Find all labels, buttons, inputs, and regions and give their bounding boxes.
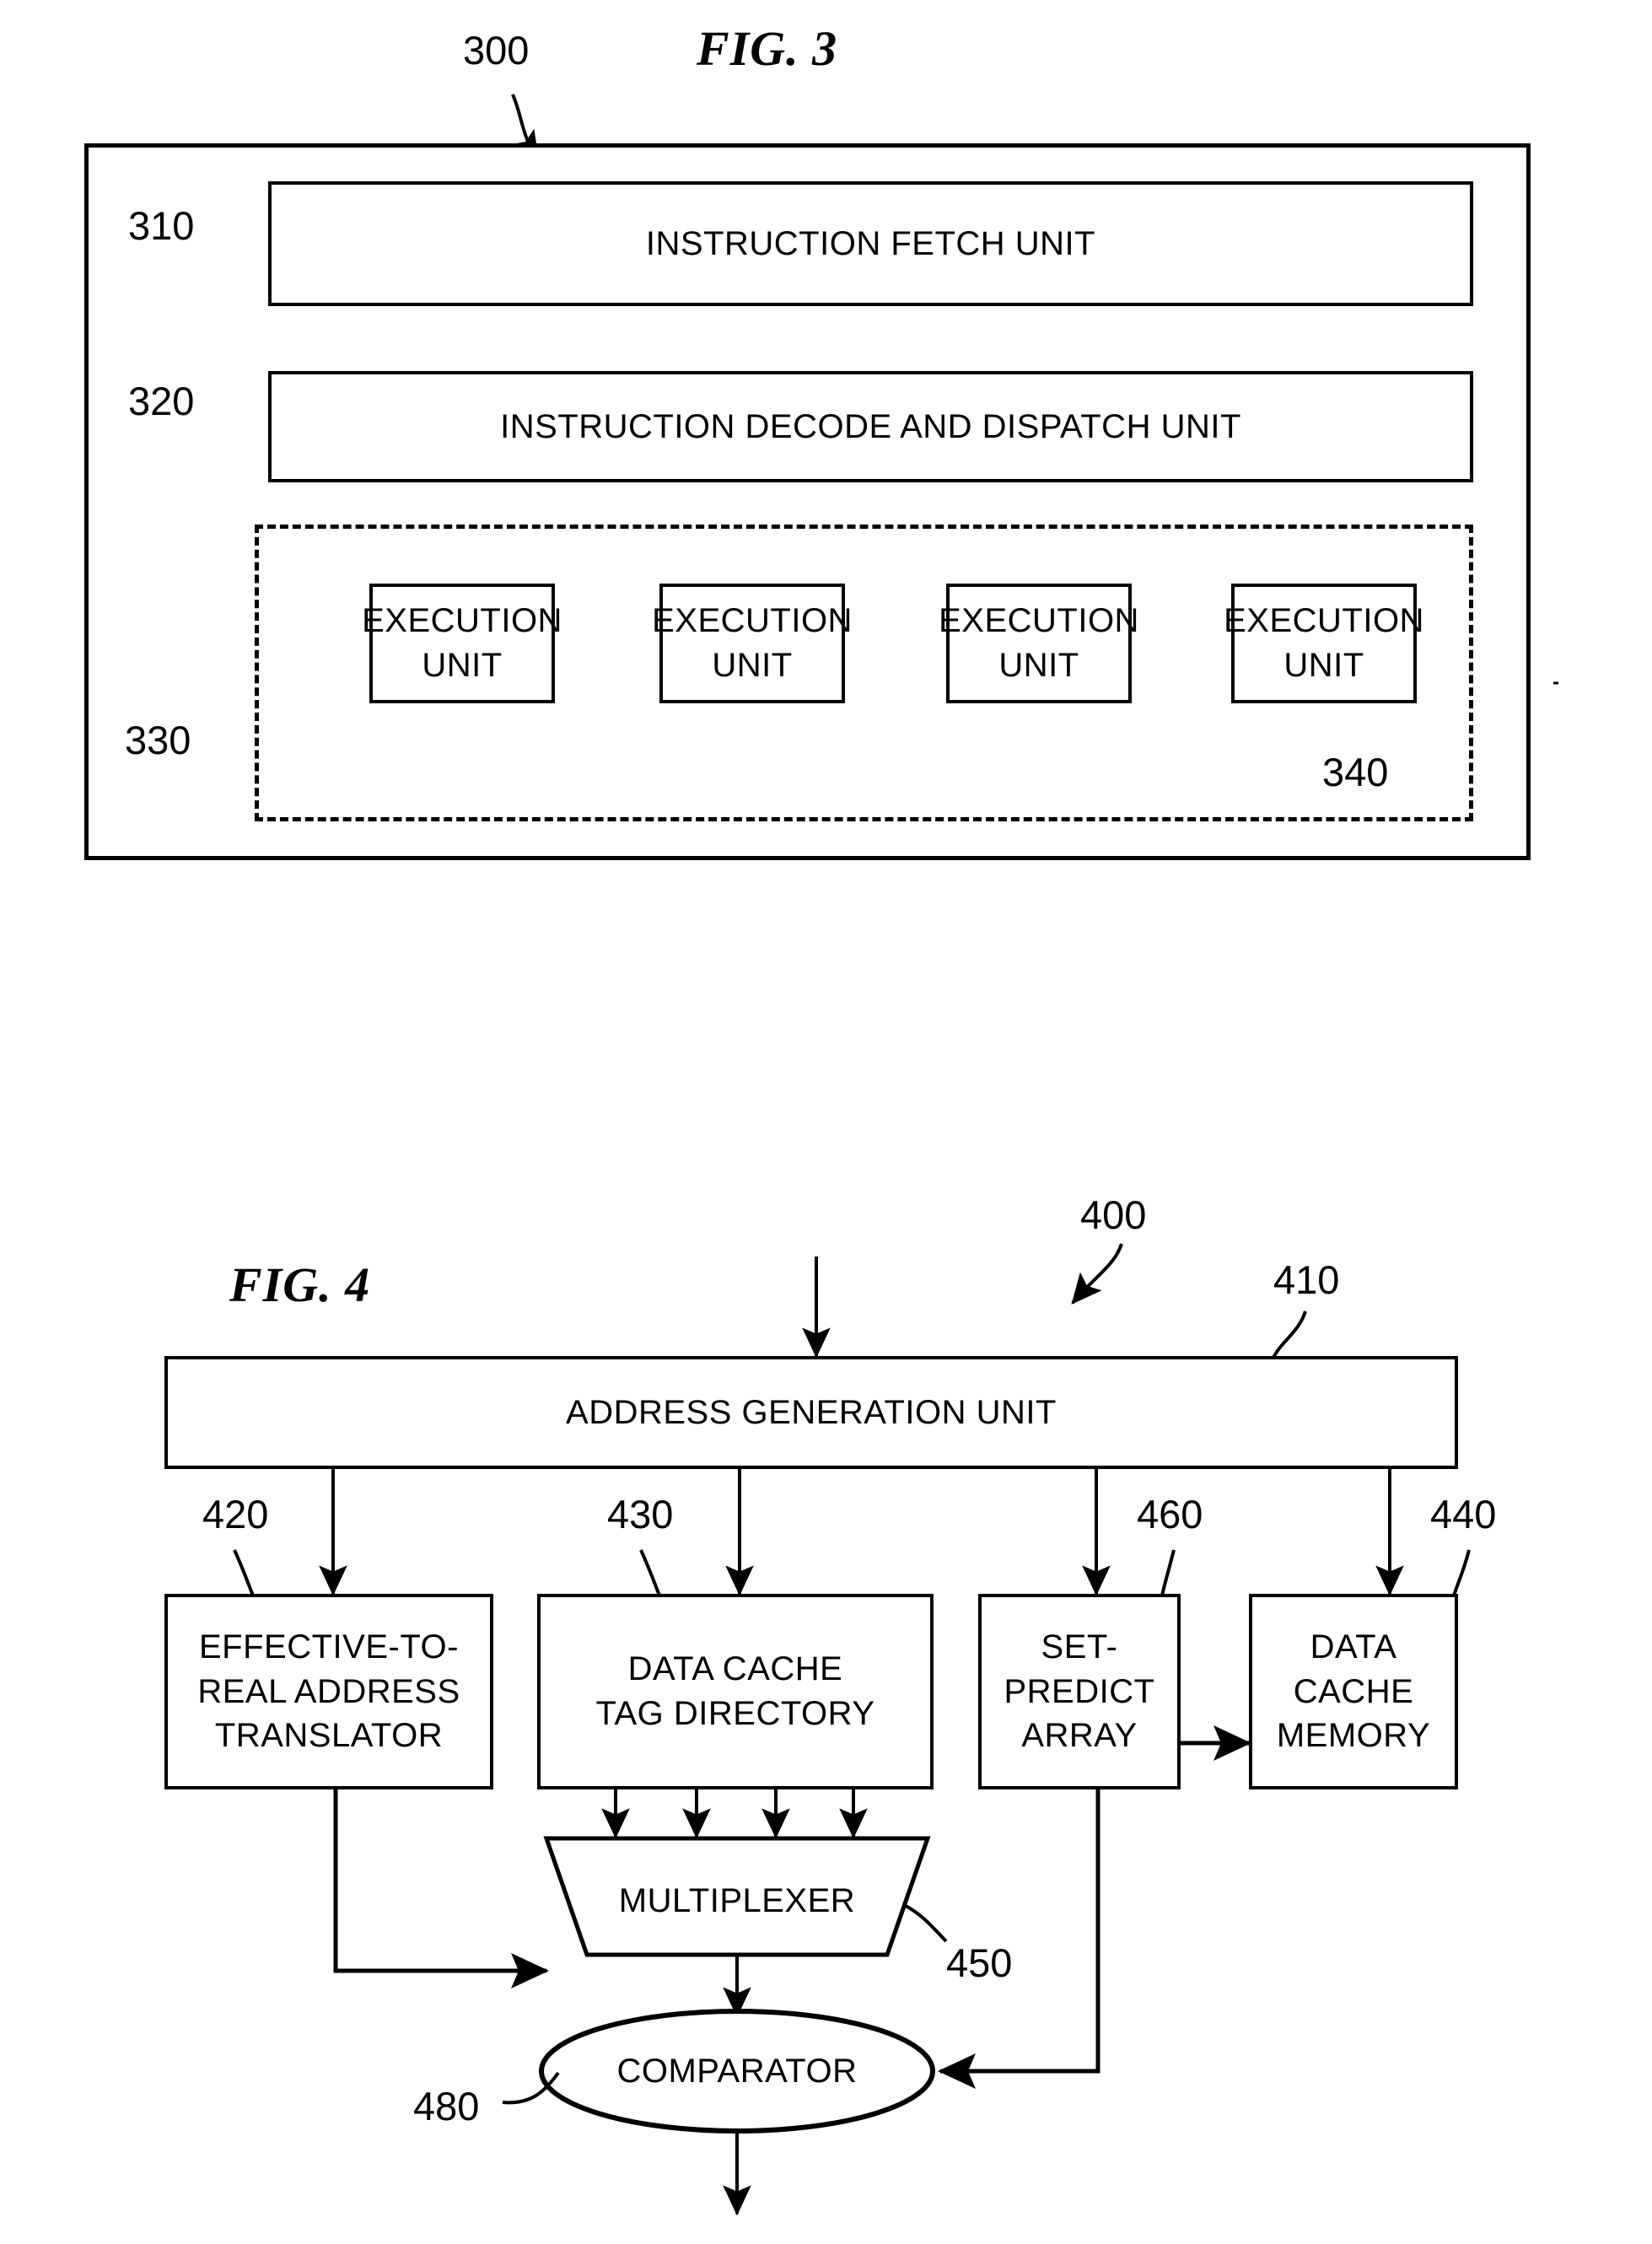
reference-numeral-440: 440 [1430, 1492, 1497, 1536]
reference-numeral-320: 320 [128, 379, 195, 423]
reference-numeral-330: 330 [125, 718, 191, 762]
reference-numeral-430: 430 [607, 1492, 674, 1536]
instruction-fetch-unit-box[interactable]: INSTRUCTION FETCH UNIT [268, 181, 1473, 306]
set-predict-array-label: SET- PREDICT ARRAY [998, 1625, 1160, 1758]
data-cache-memory-label: DATA CACHE MEMORY [1272, 1625, 1435, 1758]
instruction-decode-dispatch-unit-label: INSTRUCTION DECODE AND DISPATCH UNIT [500, 407, 1241, 445]
set-predict-array-box[interactable]: SET- PREDICT ARRAY [978, 1594, 1181, 1789]
ertat-label-line2: REAL ADDRESS [197, 1672, 460, 1710]
effective-to-real-address-translator-label: EFFECTIVE-TO- REAL ADDRESS TRANSLATOR [192, 1625, 465, 1758]
execution-unit-box-3[interactable]: EXECUTION UNIT [939, 584, 1138, 703]
ertat-label-line3: TRANSLATOR [214, 1717, 444, 1755]
leader-480 [502, 2071, 560, 2105]
reference-numeral-410: 410 [1273, 1257, 1340, 1302]
tagdir-label-line2: TAG DIRECTORY [595, 1695, 875, 1732]
execution-unit-label-4-line1: EXECUTION [1224, 602, 1424, 640]
execution-unit-label-3: EXECUTION UNIT [934, 599, 1144, 688]
set-predict-label-line3: ARRAY [1021, 1717, 1138, 1755]
execution-unit-label-2-line1: EXECUTION [652, 602, 853, 640]
execution-unit-label-2: EXECUTION UNIT [647, 599, 858, 688]
data-cache-memory-box[interactable]: DATA CACHE MEMORY [1249, 1594, 1458, 1789]
set-predict-label-line1: SET- [1041, 1628, 1118, 1666]
execution-unit-label-3-line1: EXECUTION [939, 602, 1139, 640]
leader-460 [1160, 1549, 1176, 1596]
effective-to-real-address-translator-box[interactable]: EFFECTIVE-TO- REAL ADDRESS TRANSLATOR [164, 1594, 493, 1789]
execution-unit-label-2-line2: UNIT [712, 647, 793, 684]
execution-unit-label-4-line2: UNIT [1283, 647, 1364, 684]
reference-numeral-460: 460 [1137, 1492, 1203, 1536]
leader-450 [905, 1904, 948, 1943]
reference-numeral-450: 450 [946, 1940, 1013, 1985]
execution-unit-label-1-line1: EXECUTION [362, 602, 562, 640]
leader-400 [1071, 1243, 1123, 1305]
address-generation-unit-label: ADDRESS GENERATION UNIT [566, 1393, 1057, 1431]
reference-numeral-340: 340 [1322, 750, 1389, 794]
arrow-ertat-to-mux [333, 1789, 550, 1988]
leader-440 [1452, 1549, 1471, 1596]
dcmem-label-line1: DATA [1310, 1628, 1397, 1666]
execution-unit-label-3-line2: UNIT [998, 647, 1079, 684]
data-cache-tag-directory-box[interactable]: DATA CACHE TAG DIRECTORY [537, 1594, 934, 1789]
reference-numeral-310: 310 [128, 203, 195, 248]
ertat-label-line1: EFFECTIVE-TO- [199, 1628, 459, 1666]
instruction-fetch-unit-label: INSTRUCTION FETCH UNIT [645, 224, 1096, 262]
reference-numeral-300: 300 [463, 28, 530, 73]
reference-numeral-420: 420 [202, 1492, 269, 1536]
execution-unit-label-1: EXECUTION UNIT [357, 599, 568, 688]
instruction-decode-dispatch-unit-box[interactable]: INSTRUCTION DECODE AND DISPATCH UNIT [268, 371, 1473, 482]
figure-4-title: FIG. 4 [229, 1257, 371, 1312]
set-predict-label-line2: PREDICT [1004, 1672, 1155, 1710]
reference-numeral-480: 480 [413, 2084, 480, 2128]
execution-unit-box-2[interactable]: EXECUTION UNIT [652, 584, 852, 703]
patent-drawing-sheet: FIG. 3 300 310 INSTRUCTION FETCH UNIT 32… [0, 0, 1652, 2244]
arrow-setpredict-to-comparator [937, 1789, 1100, 2089]
execution-unit-box-4[interactable]: EXECUTION UNIT [1224, 584, 1423, 703]
multiplexer-label: MULTIPLEXER [618, 1882, 856, 1919]
leader-410 [1272, 1310, 1307, 1359]
data-cache-tag-directory-label: DATA CACHE TAG DIRECTORY [591, 1647, 880, 1736]
address-generation-unit-box[interactable]: ADDRESS GENERATION UNIT [164, 1356, 1458, 1469]
leader-420 [233, 1549, 255, 1596]
figure-3-title: FIG. 3 [697, 21, 838, 76]
comparator-label: COMPARATOR [616, 2053, 858, 2090]
tagdir-label-line1: DATA CACHE [627, 1650, 843, 1688]
reference-numeral-400: 400 [1080, 1192, 1147, 1237]
dcmem-label-line3: MEMORY [1276, 1717, 1431, 1755]
leader-430 [639, 1549, 661, 1596]
dcmem-label-line2: CACHE [1293, 1672, 1414, 1710]
execution-unit-box-1[interactable]: EXECUTION UNIT [362, 584, 562, 703]
execution-unit-label-1-line2: UNIT [422, 647, 503, 684]
execution-unit-label-4: EXECUTION UNIT [1219, 599, 1429, 688]
